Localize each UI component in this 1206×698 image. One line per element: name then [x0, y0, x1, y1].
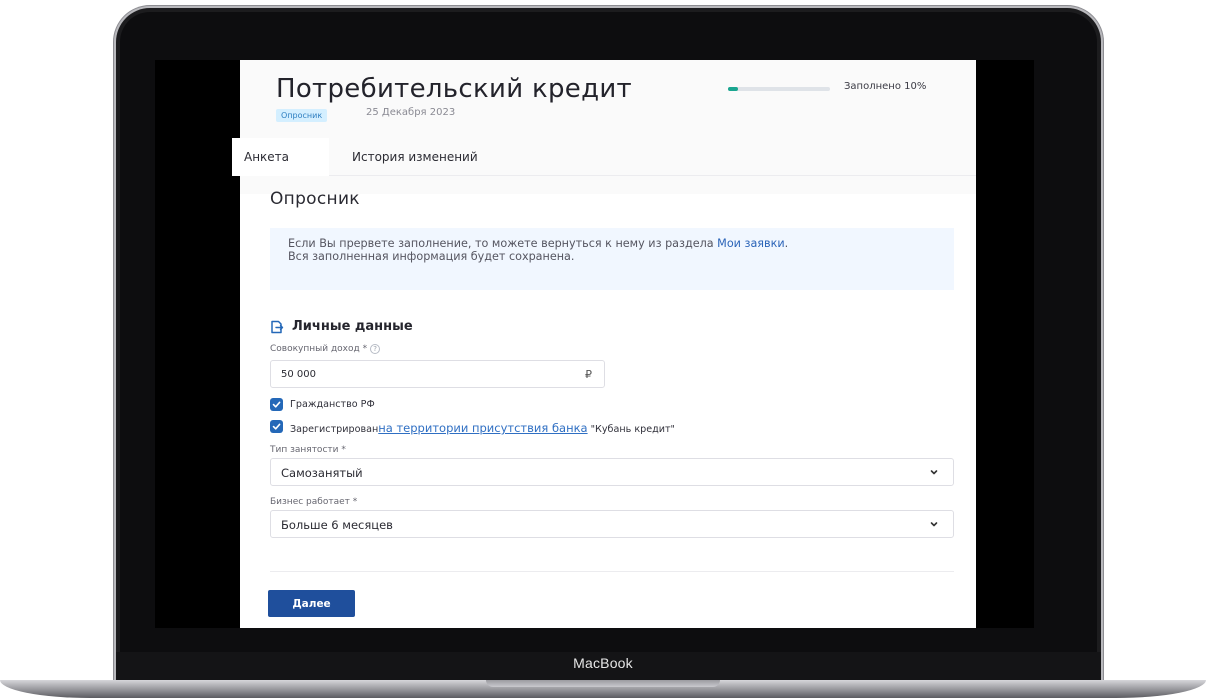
employment-type-value: Самозанятый: [281, 466, 363, 480]
next-button[interactable]: Далее: [268, 590, 355, 617]
application-date: 25 Декабря 2023: [366, 107, 456, 118]
progress-bar: [728, 87, 830, 91]
tab-questionnaire[interactable]: Анкета: [232, 138, 329, 176]
business-duration-label: Бизнес работает *: [270, 497, 358, 507]
info-text: Если Вы прервете заполнение, то можете в…: [288, 237, 718, 250]
checkbox-checked-icon: [270, 398, 283, 411]
laptop-hinge-notch: [486, 680, 720, 687]
document-edit-icon: [271, 320, 284, 334]
income-label-text: Совокупный доход *: [270, 344, 368, 354]
info-text-line2: Вся заполненная информация будет сохране…: [288, 250, 575, 263]
application-page: Потребительский кредит Опросник 25 Декаб…: [232, 60, 976, 628]
tab-change-history[interactable]: История изменений: [340, 138, 490, 176]
currency-sign: ₽: [585, 368, 592, 381]
info-text-end: .: [784, 237, 789, 250]
income-input[interactable]: 50 000 ₽: [270, 360, 605, 388]
citizenship-checkbox[interactable]: Гражданство РФ: [270, 398, 430, 412]
registration-checkbox[interactable]: Зарегистрированна территории присутствия…: [270, 420, 850, 435]
form-divider: [270, 571, 954, 572]
bank-territory-link[interactable]: на территории присутствия банка: [378, 421, 587, 435]
employment-type-label: Тип занятости *: [270, 445, 346, 455]
business-duration-value: Больше 6 месяцев: [281, 518, 393, 532]
progress-bar-fill: [728, 87, 739, 91]
status-badge: Опросник: [276, 109, 328, 122]
laptop-screen: Потребительский кредит Опросник 25 Декаб…: [155, 60, 1034, 628]
income-label: Совокупный доход *?: [270, 344, 381, 354]
registration-label-end: "Кубань кредит": [587, 424, 675, 435]
help-icon[interactable]: ?: [370, 344, 381, 354]
business-duration-select[interactable]: Больше 6 месяцев: [270, 510, 954, 538]
checkbox-checked-icon: [270, 420, 283, 433]
my-applications-link[interactable]: Мои заявки: [717, 237, 784, 250]
registration-label: Зарегистрированна территории присутствия…: [290, 421, 675, 435]
income-value: 50 000: [281, 369, 316, 380]
page-title: Потребительский кредит: [276, 74, 633, 104]
employment-type-select[interactable]: Самозанятый: [270, 458, 954, 486]
laptop-brand-label: MacBook: [573, 655, 633, 671]
chevron-down-icon: [930, 522, 938, 527]
info-banner: Если Вы прервете заполнение, то можете в…: [270, 228, 954, 290]
tab-bar: Анкета История изменений: [232, 138, 976, 176]
chevron-down-icon: [930, 470, 938, 475]
progress-label: Заполнено 10%: [844, 81, 927, 92]
personal-data-label: Личные данные: [292, 319, 413, 334]
section-title: Опросник: [270, 189, 360, 209]
citizenship-label: Гражданство РФ: [290, 399, 375, 410]
registration-label-start: Зарегистрирован: [290, 424, 379, 435]
